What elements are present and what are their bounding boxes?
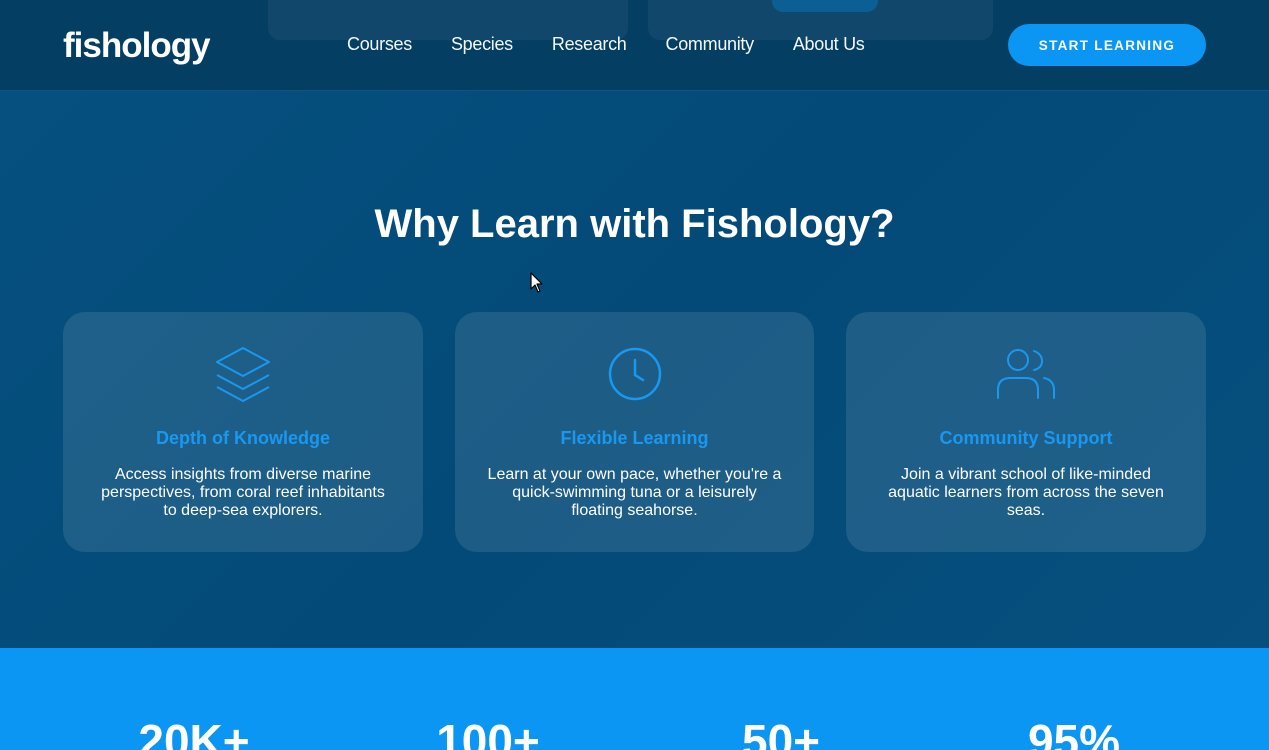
users-icon xyxy=(996,344,1056,404)
feature-card-text: Join a vibrant school of like-minded aqu… xyxy=(888,466,1164,519)
stat-value: 20K+ xyxy=(138,715,250,750)
layers-icon xyxy=(213,344,273,404)
nav-link-community[interactable]: Community xyxy=(666,34,755,55)
logo[interactable]: fishology xyxy=(63,26,211,66)
nav-link-research[interactable]: Research xyxy=(552,34,627,55)
feature-card-text: Learn at your own pace, whether you're a… xyxy=(487,466,782,519)
feature-card-title: Community Support xyxy=(939,428,1113,448)
main-nav: Courses Species Research Community About… xyxy=(347,34,903,55)
mouse-cursor-icon xyxy=(530,272,544,294)
stat-value: 95% xyxy=(1027,715,1121,750)
background-button-ghost xyxy=(772,0,878,12)
feature-card-title: Depth of Knowledge xyxy=(156,428,330,448)
site-header: fishology Courses Species Research Commu… xyxy=(0,0,1269,91)
feature-card-community: Community Support Join a vibrant school … xyxy=(846,312,1206,552)
features-section: Why Learn with Fishology? Depth of Knowl… xyxy=(0,91,1269,648)
nav-link-courses[interactable]: Courses xyxy=(347,34,412,55)
stat-value: 50+ xyxy=(741,715,821,750)
nav-link-species[interactable]: Species xyxy=(451,34,513,55)
nav-link-about-us[interactable]: About Us xyxy=(793,34,865,55)
page: fishology Courses Species Research Commu… xyxy=(0,0,1269,750)
start-learning-button[interactable]: START LEARNING xyxy=(1008,24,1206,66)
stats-band: 20K+ 100+ 50+ 95% xyxy=(0,648,1269,750)
feature-card-flexible: Flexible Learning Learn at your own pace… xyxy=(455,312,814,552)
feature-card-title: Flexible Learning xyxy=(560,428,709,448)
section-title: Why Learn with Fishology? xyxy=(374,202,895,246)
feature-card-text: Access insights from diverse marine pers… xyxy=(101,466,385,519)
feature-card-depth: Depth of Knowledge Access insights from … xyxy=(63,312,423,552)
clock-icon xyxy=(605,344,665,404)
stat-value: 100+ xyxy=(436,715,540,750)
